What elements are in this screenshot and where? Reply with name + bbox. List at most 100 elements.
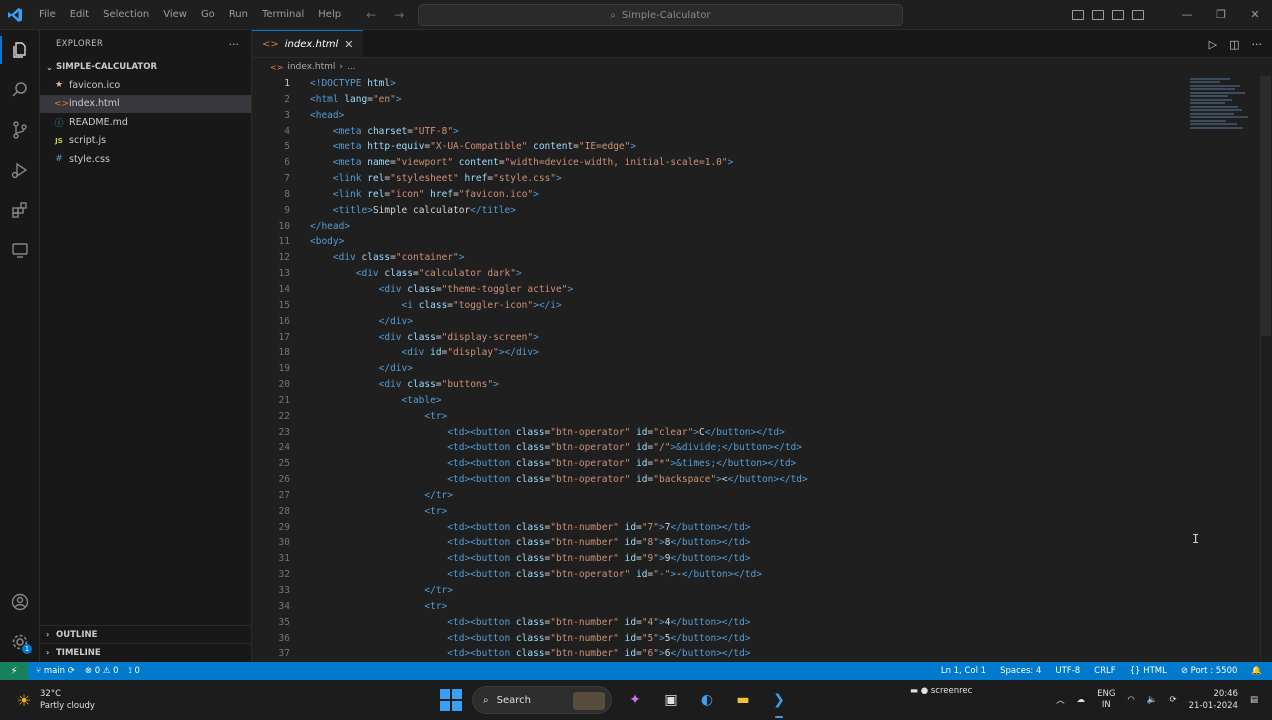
windows-start-icon[interactable]	[440, 689, 462, 711]
breadcrumb-file[interactable]: index.html	[287, 62, 335, 72]
toggle-sidebar-icon[interactable]	[1072, 10, 1084, 20]
file-index-html[interactable]: <> index.html	[40, 94, 251, 113]
vscode-taskbar-icon[interactable]: ❯	[766, 687, 792, 718]
menu-run[interactable]: Run	[222, 0, 255, 30]
code-line[interactable]: 16 </div>	[252, 314, 1182, 330]
language-indicator[interactable]: ENG IN	[1097, 689, 1115, 711]
code-line[interactable]: 3 <head>	[252, 108, 1182, 124]
remote-explorer-icon[interactable]	[0, 230, 40, 270]
code-line[interactable]: 18 <div id="display"></div>	[252, 345, 1182, 361]
menu-terminal[interactable]: Terminal	[255, 0, 311, 30]
breadcrumb-more[interactable]: ...	[347, 62, 356, 72]
command-center[interactable]: ⌕ Simple-Calculator	[418, 4, 903, 26]
folder-simple-calculator[interactable]: ⌄ SIMPLE-CALCULATOR	[40, 58, 251, 76]
code-line[interactable]: 34 <tr>	[252, 599, 1182, 615]
cursor-position[interactable]: Ln 1, Col 1	[941, 666, 986, 676]
code-line[interactable]: 29 <td><button class="btn-number" id="7"…	[252, 520, 1182, 536]
code-line[interactable]: 8 <link rel="icon" href="favicon.ico">	[252, 187, 1182, 203]
settings-gear-icon[interactable]: 1	[0, 622, 40, 662]
scrollbar-thumb[interactable]	[1261, 76, 1271, 336]
code-line[interactable]: 5 <meta http-equiv="X-UA-Compatible" con…	[252, 139, 1182, 155]
toggle-panel-icon[interactable]	[1092, 10, 1104, 20]
vscode-logo-icon[interactable]	[0, 0, 30, 30]
code-line[interactable]: 9 <title>Simple calculator</title>	[252, 203, 1182, 219]
code-line[interactable]: 11 <body>	[252, 234, 1182, 250]
file-readme[interactable]: ⓘ README.md	[40, 113, 251, 132]
indentation[interactable]: Spaces: 4	[1000, 666, 1041, 676]
customize-layout-icon[interactable]	[1132, 10, 1144, 20]
code-line[interactable]: 36 <td><button class="btn-number" id="5"…	[252, 631, 1182, 647]
code-line[interactable]: 13 <div class="calculator dark">	[252, 266, 1182, 282]
timeline-section[interactable]: › TIMELINE	[40, 643, 252, 661]
code-editor[interactable]: 1 <!DOCTYPE html> 2 <html lang="en"> 3 <head>…	[252, 76, 1182, 662]
code-line[interactable]: 12 <div class="container">	[252, 250, 1182, 266]
run-icon[interactable]: ▷	[1209, 38, 1217, 51]
code-line[interactable]: 6 <meta name="viewport" content="width=d…	[252, 155, 1182, 171]
live-server-port[interactable]: ⊘ Port : 5500	[1181, 666, 1238, 676]
menu-go[interactable]: Go	[194, 0, 222, 30]
ports-item[interactable]: ⟟ 0	[129, 666, 140, 676]
code-line[interactable]: 14 <div class="theme-toggler active">	[252, 282, 1182, 298]
source-control-icon[interactable]	[0, 110, 40, 150]
split-editor-icon[interactable]: ◫	[1229, 38, 1239, 51]
minimize-icon[interactable]: —	[1170, 0, 1204, 30]
code-line[interactable]: 31 <td><button class="btn-number" id="9"…	[252, 551, 1182, 567]
code-line[interactable]: 2 <html lang="en">	[252, 92, 1182, 108]
code-line[interactable]: 35 <td><button class="btn-number" id="4"…	[252, 615, 1182, 631]
code-line[interactable]: 27 </tr>	[252, 488, 1182, 504]
notifications-bell-icon[interactable]: 🔔	[1251, 666, 1262, 676]
menu-help[interactable]: Help	[311, 0, 348, 30]
code-line[interactable]: 24 <td><button class="btn-operator" id="…	[252, 440, 1182, 456]
menu-view[interactable]: View	[156, 0, 194, 30]
editor-scrollbar[interactable]	[1260, 76, 1272, 662]
code-line[interactable]: 37 <td><button class="btn-number" id="6"…	[252, 646, 1182, 662]
encoding[interactable]: UTF-8	[1055, 666, 1080, 676]
outline-section[interactable]: › OUTLINE	[40, 625, 252, 643]
code-line[interactable]: 19 </div>	[252, 361, 1182, 377]
code-line[interactable]: 25 <td><button class="btn-operator" id="…	[252, 456, 1182, 472]
remote-icon[interactable]: ⚡	[0, 662, 28, 680]
code-line[interactable]: 7 <link rel="stylesheet" href="style.css…	[252, 171, 1182, 187]
more-actions-icon[interactable]: ···	[229, 38, 240, 51]
code-line[interactable]: 32 <td><button class="btn-operator" id="…	[252, 567, 1182, 583]
search-icon[interactable]	[0, 70, 40, 110]
code-line[interactable]: 30 <td><button class="btn-number" id="8"…	[252, 535, 1182, 551]
maximize-icon[interactable]: ❐	[1204, 0, 1238, 30]
code-line[interactable]: 1 <!DOCTYPE html>	[252, 76, 1182, 92]
menu-selection[interactable]: Selection	[96, 0, 156, 30]
chevron-up-icon[interactable]: ︿	[1056, 694, 1065, 706]
file-favicon[interactable]: ★ favicon.ico	[40, 76, 251, 95]
menu-file[interactable]: File	[32, 0, 63, 30]
code-line[interactable]: 28 <tr>	[252, 504, 1182, 520]
cloud-icon[interactable]: ☁	[1077, 695, 1086, 705]
code-line[interactable]: 4 <meta charset="UTF-8">	[252, 124, 1182, 140]
problems-item[interactable]: ⊗ 0 ⚠ 0	[85, 666, 119, 676]
code-line[interactable]: 26 <td><button class="btn-operator" id="…	[252, 472, 1182, 488]
code-line[interactable]: 21 <table>	[252, 393, 1182, 409]
code-line[interactable]: 20 <div class="buttons">	[252, 377, 1182, 393]
extensions-icon[interactable]	[0, 190, 40, 230]
language-mode[interactable]: {} HTML	[1130, 666, 1167, 676]
wifi-icon[interactable]: ◠	[1127, 695, 1134, 705]
run-debug-icon[interactable]	[0, 150, 40, 190]
code-line[interactable]: 22 <tr>	[252, 409, 1182, 425]
clock[interactable]: 20:46 21-01-2024	[1189, 688, 1238, 712]
code-line[interactable]: 17 <div class="display-screen">	[252, 330, 1182, 346]
branch-item[interactable]: ⑂ main ⟳	[36, 666, 75, 676]
forward-arrow-icon[interactable]: →	[394, 8, 404, 22]
close-icon[interactable]: ✕	[344, 38, 353, 51]
close-icon[interactable]: ✕	[1238, 0, 1272, 30]
code-line[interactable]: 15 <i class="toggler-icon"></i>	[252, 298, 1182, 314]
back-arrow-icon[interactable]: ←	[366, 8, 376, 22]
code-line[interactable]: 10 </head>	[252, 219, 1182, 235]
taskbar-search[interactable]: ⌕ Search	[472, 686, 612, 714]
explorer-icon[interactable]	[0, 30, 40, 70]
end-of-line[interactable]: CRLF	[1094, 666, 1115, 676]
account-icon[interactable]	[0, 582, 40, 622]
battery-icon[interactable]: ⟳	[1169, 695, 1176, 705]
toggle-secondary-sidebar-icon[interactable]	[1112, 10, 1124, 20]
code-line[interactable]: 33 </tr>	[252, 583, 1182, 599]
tab-index-html[interactable]: <> index.html ✕	[252, 30, 364, 57]
file-script-js[interactable]: JS script.js	[40, 132, 251, 151]
task-view-icon[interactable]: ▣	[658, 687, 684, 713]
